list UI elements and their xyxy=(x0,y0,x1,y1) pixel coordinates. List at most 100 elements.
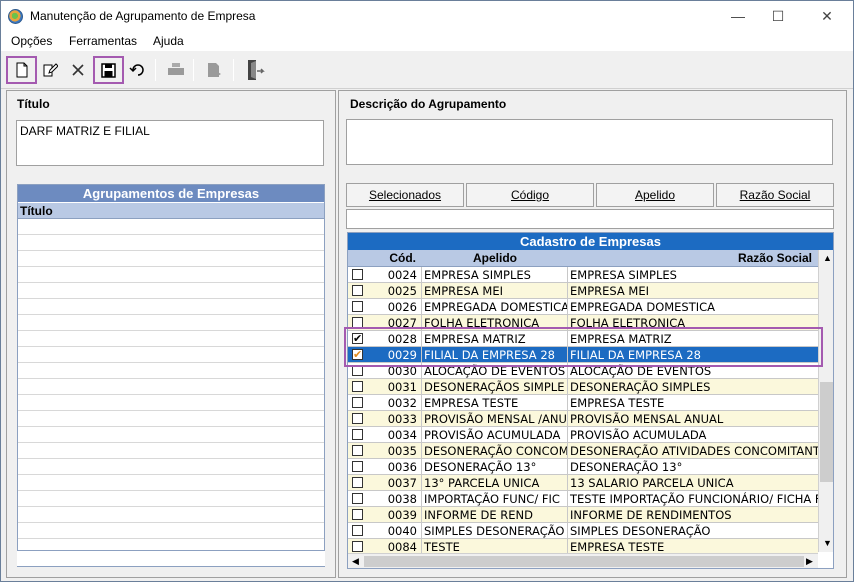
row-checkbox[interactable] xyxy=(348,443,368,458)
checkbox-icon[interactable] xyxy=(352,285,363,296)
row-checkbox[interactable] xyxy=(348,491,368,506)
table-row[interactable]: 0040 SIMPLES DESONERAÇÃO SIMPLES DESONERAÇ… xyxy=(348,523,818,539)
checkbox-icon[interactable] xyxy=(352,509,363,520)
tab-razao-social[interactable]: Razão Social xyxy=(716,183,834,207)
table-row[interactable] xyxy=(18,267,324,283)
scroll-down-icon[interactable]: ▼ xyxy=(823,538,832,548)
table-row[interactable] xyxy=(18,427,324,443)
row-checkbox[interactable] xyxy=(348,283,368,298)
table-row[interactable] xyxy=(18,507,324,523)
description-input[interactable] xyxy=(346,119,833,165)
row-checkbox[interactable] xyxy=(348,523,368,538)
groups-grid-hscroll[interactable] xyxy=(17,550,325,566)
checkbox-icon[interactable] xyxy=(352,493,363,504)
table-row[interactable]: 0036 DESONERAÇÃO 13° DESONERAÇÃO 13° xyxy=(348,459,818,475)
table-row[interactable]: 0033 PROVISÃO MENSAL /ANU PROVISÃO MENSAL … xyxy=(348,411,818,427)
checkbox-icon[interactable] xyxy=(352,461,363,472)
delete-button[interactable] xyxy=(65,56,91,84)
companies-vscroll[interactable]: ▲ ▼ xyxy=(818,250,833,552)
new-button[interactable] xyxy=(6,56,37,84)
report-button[interactable] xyxy=(201,56,227,84)
table-row[interactable]: 0026 EMPREGADA DOMESTICA EMPREGADA DOMESTI… xyxy=(348,299,818,315)
table-row[interactable] xyxy=(18,251,324,267)
menu-ferramentas[interactable]: Ferramentas xyxy=(69,34,137,48)
table-row[interactable] xyxy=(18,315,324,331)
table-row[interactable] xyxy=(18,523,324,539)
groups-grid-header-title[interactable]: Título xyxy=(18,203,324,219)
table-row[interactable] xyxy=(18,283,324,299)
groups-grid[interactable]: Agrupamentos de Empresas Título xyxy=(17,184,325,567)
checkbox-icon[interactable] xyxy=(352,429,363,440)
table-row[interactable] xyxy=(18,491,324,507)
table-row[interactable] xyxy=(18,443,324,459)
edit-button[interactable] xyxy=(37,56,63,84)
minimize-button[interactable]: — xyxy=(728,7,748,25)
row-checkbox[interactable] xyxy=(348,459,368,474)
tab-apelido[interactable]: Apelido xyxy=(596,183,714,207)
search-input[interactable] xyxy=(346,209,834,229)
save-button[interactable] xyxy=(93,56,124,84)
scroll-left-icon[interactable]: ◀ xyxy=(352,556,359,567)
scroll-right-icon[interactable]: ▶ xyxy=(806,556,813,567)
table-row[interactable] xyxy=(18,363,324,379)
table-row[interactable] xyxy=(18,379,324,395)
checkbox-icon[interactable] xyxy=(352,541,363,552)
exit-button[interactable] xyxy=(241,56,267,84)
row-checkbox[interactable] xyxy=(348,539,368,553)
cell-cod: 0033 xyxy=(368,411,422,426)
scroll-up-icon[interactable]: ▲ xyxy=(823,253,832,263)
table-row[interactable] xyxy=(18,235,324,251)
table-row[interactable]: 0025 EMPRESA MEI EMPRESA MEI xyxy=(348,283,818,299)
companies-grid[interactable]: Cadastro de Empresas Cód. Apelido Razão … xyxy=(347,232,834,569)
table-row[interactable]: 0039 INFORME DE REND INFORME DE RENDIMENTO… xyxy=(348,507,818,523)
col-header-razao[interactable]: Razão Social xyxy=(568,250,816,266)
menu-ajuda[interactable]: Ajuda xyxy=(153,34,184,48)
tab-selecionados[interactable]: Selecionados xyxy=(346,183,464,207)
table-row[interactable]: 0032 EMPRESA TESTE EMPRESA TESTE xyxy=(348,395,818,411)
table-row[interactable]: 0038 IMPORTAÇÃO FUNC/ FIC TESTE IMPORTAÇÃO… xyxy=(348,491,818,507)
row-checkbox[interactable] xyxy=(348,427,368,442)
checkbox-icon[interactable] xyxy=(352,269,363,280)
hscroll-thumb[interactable] xyxy=(364,556,804,567)
table-row[interactable]: 0034 PROVISÃO ACUMULADA PROVISÃO ACUMULADA xyxy=(348,427,818,443)
checkbox-icon[interactable] xyxy=(352,525,363,536)
checkbox-icon[interactable] xyxy=(352,477,363,488)
table-row[interactable] xyxy=(18,331,324,347)
table-row[interactable] xyxy=(18,411,324,427)
row-checkbox[interactable] xyxy=(348,299,368,314)
col-header-cod[interactable]: Cód. xyxy=(368,250,422,266)
table-row[interactable] xyxy=(18,395,324,411)
toolbar-separator xyxy=(193,59,194,81)
table-row[interactable] xyxy=(18,299,324,315)
checkbox-icon[interactable] xyxy=(352,445,363,456)
checkbox-icon[interactable] xyxy=(352,301,363,312)
checkbox-icon[interactable] xyxy=(352,381,363,392)
vscroll-thumb[interactable] xyxy=(820,382,833,482)
row-checkbox[interactable] xyxy=(348,395,368,410)
row-checkbox[interactable] xyxy=(348,475,368,490)
checkbox-icon[interactable] xyxy=(352,397,363,408)
title-input[interactable]: DARF MATRIZ E FILIAL xyxy=(16,120,324,166)
undo-button[interactable] xyxy=(125,56,151,84)
col-header-apelido[interactable]: Apelido xyxy=(422,250,568,266)
table-row[interactable]: 0031 DESONERAÇÃOS SIMPLE DESONERAÇÃO SIMPL… xyxy=(348,379,818,395)
table-row[interactable] xyxy=(18,219,324,235)
print-button[interactable] xyxy=(163,56,189,84)
tab-codigo[interactable]: Código xyxy=(466,183,594,207)
row-checkbox[interactable] xyxy=(348,507,368,522)
row-checkbox[interactable] xyxy=(348,267,368,282)
checkbox-icon[interactable] xyxy=(352,413,363,424)
table-row[interactable] xyxy=(18,459,324,475)
row-checkbox[interactable] xyxy=(348,379,368,394)
table-row[interactable] xyxy=(18,347,324,363)
menu-opcoes[interactable]: Opções xyxy=(11,34,52,48)
table-row[interactable]: 0084 TESTE EMPRESA TESTE xyxy=(348,539,818,553)
close-button[interactable]: ✕ xyxy=(817,7,837,25)
table-row[interactable]: 0035 DESONERAÇÃO CONCOM DESONERAÇÃO ATIVID… xyxy=(348,443,818,459)
table-row[interactable]: 0037 13° PARCELA UNICA 13 SALARIO PARCELA … xyxy=(348,475,818,491)
table-row[interactable]: 0024 EMPRESA SIMPLES EMPRESA SIMPLES xyxy=(348,267,818,283)
companies-hscroll[interactable]: ◀ ▶ xyxy=(348,553,818,568)
table-row[interactable] xyxy=(18,475,324,491)
row-checkbox[interactable] xyxy=(348,411,368,426)
maximize-button[interactable]: ☐ xyxy=(768,7,788,25)
